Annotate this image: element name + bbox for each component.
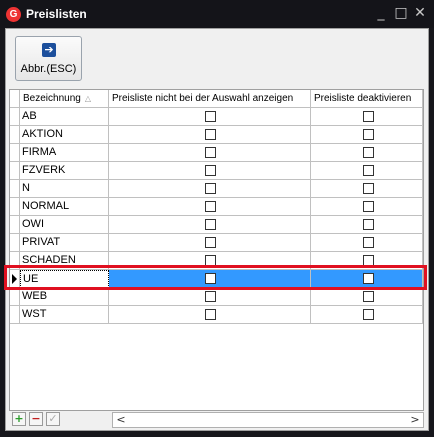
window-title: Preislisten [26, 7, 87, 21]
deaktivieren-checkbox[interactable] [363, 183, 374, 194]
preislisten-grid: Bezeichnung △ Preisliste nicht bei der Au… [9, 89, 424, 411]
nicht-anzeigen-checkbox[interactable] [205, 165, 216, 176]
deaktivieren-cell [311, 306, 423, 324]
confirm-record-button[interactable]: ✓ [46, 412, 60, 426]
bezeichnung-cell[interactable]: N [20, 180, 109, 198]
bezeichnung-cell[interactable]: OWI [20, 216, 109, 234]
deaktivieren-checkbox[interactable] [363, 237, 374, 248]
row-selector[interactable] [10, 306, 20, 324]
nicht-anzeigen-checkbox[interactable] [205, 291, 216, 302]
row-selector[interactable] [10, 144, 20, 162]
nicht-anzeigen-checkbox[interactable] [205, 201, 216, 212]
deaktivieren-cell [311, 198, 423, 216]
sort-ascending-icon: △ [84, 94, 91, 103]
horizontal-scrollbar[interactable]: < > [112, 412, 424, 428]
maximize-button[interactable]: □ [392, 4, 410, 22]
grid-navigator: + − ✓ < > [9, 412, 424, 429]
bezeichnung-cell[interactable]: WST [20, 306, 109, 324]
deaktivieren-cell [311, 216, 423, 234]
row-selector[interactable] [10, 162, 20, 180]
deaktivieren-cell [311, 162, 423, 180]
nicht-anzeigen-cell [109, 234, 311, 252]
close-button[interactable]: ✕ [411, 4, 429, 22]
bezeichnung-cell[interactable]: NORMAL [20, 198, 109, 216]
nicht-anzeigen-cell [109, 198, 311, 216]
deaktivieren-checkbox[interactable] [363, 291, 374, 302]
nicht-anzeigen-cell [109, 216, 311, 234]
deaktivieren-checkbox[interactable] [363, 309, 374, 320]
deaktivieren-checkbox[interactable] [363, 111, 374, 122]
table-row[interactable]: FIRMA [10, 144, 423, 162]
deaktivieren-cell [311, 288, 423, 306]
nicht-anzeigen-cell [109, 288, 311, 306]
row-selector[interactable] [10, 234, 20, 252]
window-client-area: ➔ Abbr.(ESC) Bezeichnung △ Preisliste nic… [5, 28, 429, 431]
deaktivieren-checkbox[interactable] [363, 165, 374, 176]
nicht-anzeigen-checkbox[interactable] [205, 111, 216, 122]
bezeichnung-cell[interactable]: PRIVAT [20, 234, 109, 252]
deaktivieren-checkbox[interactable] [363, 201, 374, 212]
scroll-right-icon[interactable]: > [407, 413, 423, 427]
deaktivieren-cell [311, 180, 423, 198]
abbr-esc-label: Abbr.(ESC) [20, 63, 77, 75]
deaktivieren-checkbox[interactable] [363, 129, 374, 140]
bezeichnung-cell[interactable]: AB [20, 108, 109, 126]
nicht-anzeigen-checkbox[interactable] [205, 309, 216, 320]
row-selector[interactable] [10, 108, 20, 126]
nicht-anzeigen-checkbox[interactable] [205, 219, 216, 230]
column-header-label: Bezeichnung [23, 93, 81, 104]
nicht-anzeigen-cell [109, 180, 311, 198]
deaktivieren-cell [311, 144, 423, 162]
column-header-deaktivieren[interactable]: Preisliste deaktivieren [311, 90, 423, 108]
table-row[interactable]: WEB [10, 288, 423, 306]
deaktivieren-checkbox[interactable] [363, 219, 374, 230]
minimize-button[interactable]: _ [372, 4, 390, 22]
scroll-left-icon[interactable]: < [113, 413, 129, 427]
nicht-anzeigen-checkbox[interactable] [205, 147, 216, 158]
row-selector[interactable] [10, 216, 20, 234]
table-row[interactable]: NORMAL [10, 198, 423, 216]
table-row[interactable]: WST [10, 306, 423, 324]
deaktivieren-cell [311, 108, 423, 126]
bezeichnung-cell[interactable]: FIRMA [20, 144, 109, 162]
deaktivieren-cell [311, 126, 423, 144]
row-selector-header [10, 90, 20, 108]
bezeichnung-cell[interactable]: AKTION [20, 126, 109, 144]
bezeichnung-cell[interactable]: WEB [20, 288, 109, 306]
row-selector[interactable] [10, 288, 20, 306]
deaktivieren-cell [311, 234, 423, 252]
nicht-anzeigen-cell [109, 126, 311, 144]
nicht-anzeigen-cell [109, 108, 311, 126]
nicht-anzeigen-cell [109, 306, 311, 324]
nicht-anzeigen-checkbox[interactable] [205, 183, 216, 194]
table-row[interactable]: AKTION [10, 126, 423, 144]
bezeichnung-cell[interactable]: FZVERK [20, 162, 109, 180]
nicht-anzeigen-cell [109, 144, 311, 162]
column-header-nicht-anzeigen[interactable]: Preisliste nicht bei der Auswahl anzeige… [109, 90, 311, 108]
title-bar[interactable]: G Preislisten _ □ ✕ [0, 0, 434, 28]
delete-record-button[interactable]: − [29, 412, 43, 426]
abbr-esc-button[interactable]: ➔ Abbr.(ESC) [15, 36, 82, 81]
table-row[interactable]: N [10, 180, 423, 198]
selected-row-highlight-frame [4, 265, 427, 290]
app-logo-icon: G [6, 7, 21, 22]
table-row[interactable]: AB [10, 108, 423, 126]
add-record-button[interactable]: + [12, 412, 26, 426]
column-header-bezeichnung[interactable]: Bezeichnung △ [20, 90, 109, 108]
exit-arrow-icon: ➔ [42, 43, 56, 57]
row-selector[interactable] [10, 126, 20, 144]
nicht-anzeigen-checkbox[interactable] [205, 237, 216, 248]
table-row[interactable]: PRIVAT [10, 234, 423, 252]
nicht-anzeigen-cell [109, 162, 311, 180]
preislisten-window: G Preislisten _ □ ✕ ➔ Abbr.(ESC) Bezeich… [0, 0, 434, 437]
row-selector[interactable] [10, 180, 20, 198]
row-selector[interactable] [10, 198, 20, 216]
deaktivieren-checkbox[interactable] [363, 147, 374, 158]
nicht-anzeigen-checkbox[interactable] [205, 129, 216, 140]
table-row[interactable]: FZVERK [10, 162, 423, 180]
table-row[interactable]: OWI [10, 216, 423, 234]
